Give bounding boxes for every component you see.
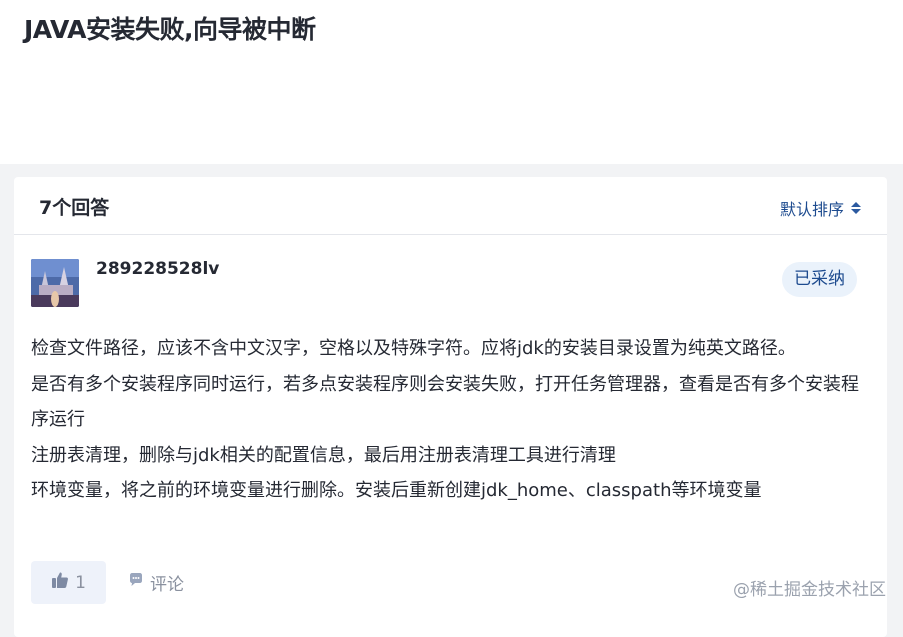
avatar[interactable] — [31, 259, 79, 307]
answer-paragraph: 检查文件路径，应该不含中文汉字，空格以及特殊字符。应将jdk的安装目录设置为纯英… — [31, 338, 796, 359]
answer-count: 7个回答 — [39, 197, 110, 219]
answer-paragraph: 是否有多个安装程序同时运行，若多点安装程序则会安装失败，打开任务管理器，查看是否… — [31, 373, 859, 431]
answer-paragraph: 环境变量，将之前的环境变量进行删除。安装后重新创建jdk_home、classp… — [31, 480, 762, 501]
answer-actions: 1 评论 — [31, 561, 184, 604]
sort-dropdown[interactable]: 默认排序 — [780, 196, 861, 220]
thumbs-up-icon — [51, 571, 69, 594]
comment-bubble-icon — [128, 572, 144, 593]
answer-username[interactable]: 289228528lv — [96, 259, 219, 279]
question-header: JAVA安装失败,向导被中断 — [0, 0, 903, 164]
comment-button[interactable]: 评论 — [128, 570, 184, 595]
answers-header: 7个回答 默认排序 — [14, 177, 887, 235]
answer-content: 检查文件路径，应该不含中文汉字，空格以及特殊字符。应将jdk的安装目录设置为纯英… — [31, 331, 861, 509]
comment-label: 评论 — [150, 575, 184, 595]
like-count: 1 — [75, 572, 86, 593]
sort-updown-icon — [851, 202, 861, 214]
accepted-badge: 已采纳 — [782, 262, 857, 297]
sort-label: 默认排序 — [779, 200, 844, 219]
question-title: JAVA安装失败,向导被中断 — [24, 15, 316, 44]
like-button[interactable]: 1 — [31, 561, 106, 604]
watermark: @稀土掘金技术社区 — [733, 580, 886, 600]
answers-card: 7个回答 默认排序 289228528lv 已采纳 检查文件路径，应该不含中文汉… — [14, 177, 887, 637]
answer-paragraph: 注册表清理，删除与jdk相关的配置信息，最后用注册表清理工具进行清理 — [31, 444, 616, 466]
